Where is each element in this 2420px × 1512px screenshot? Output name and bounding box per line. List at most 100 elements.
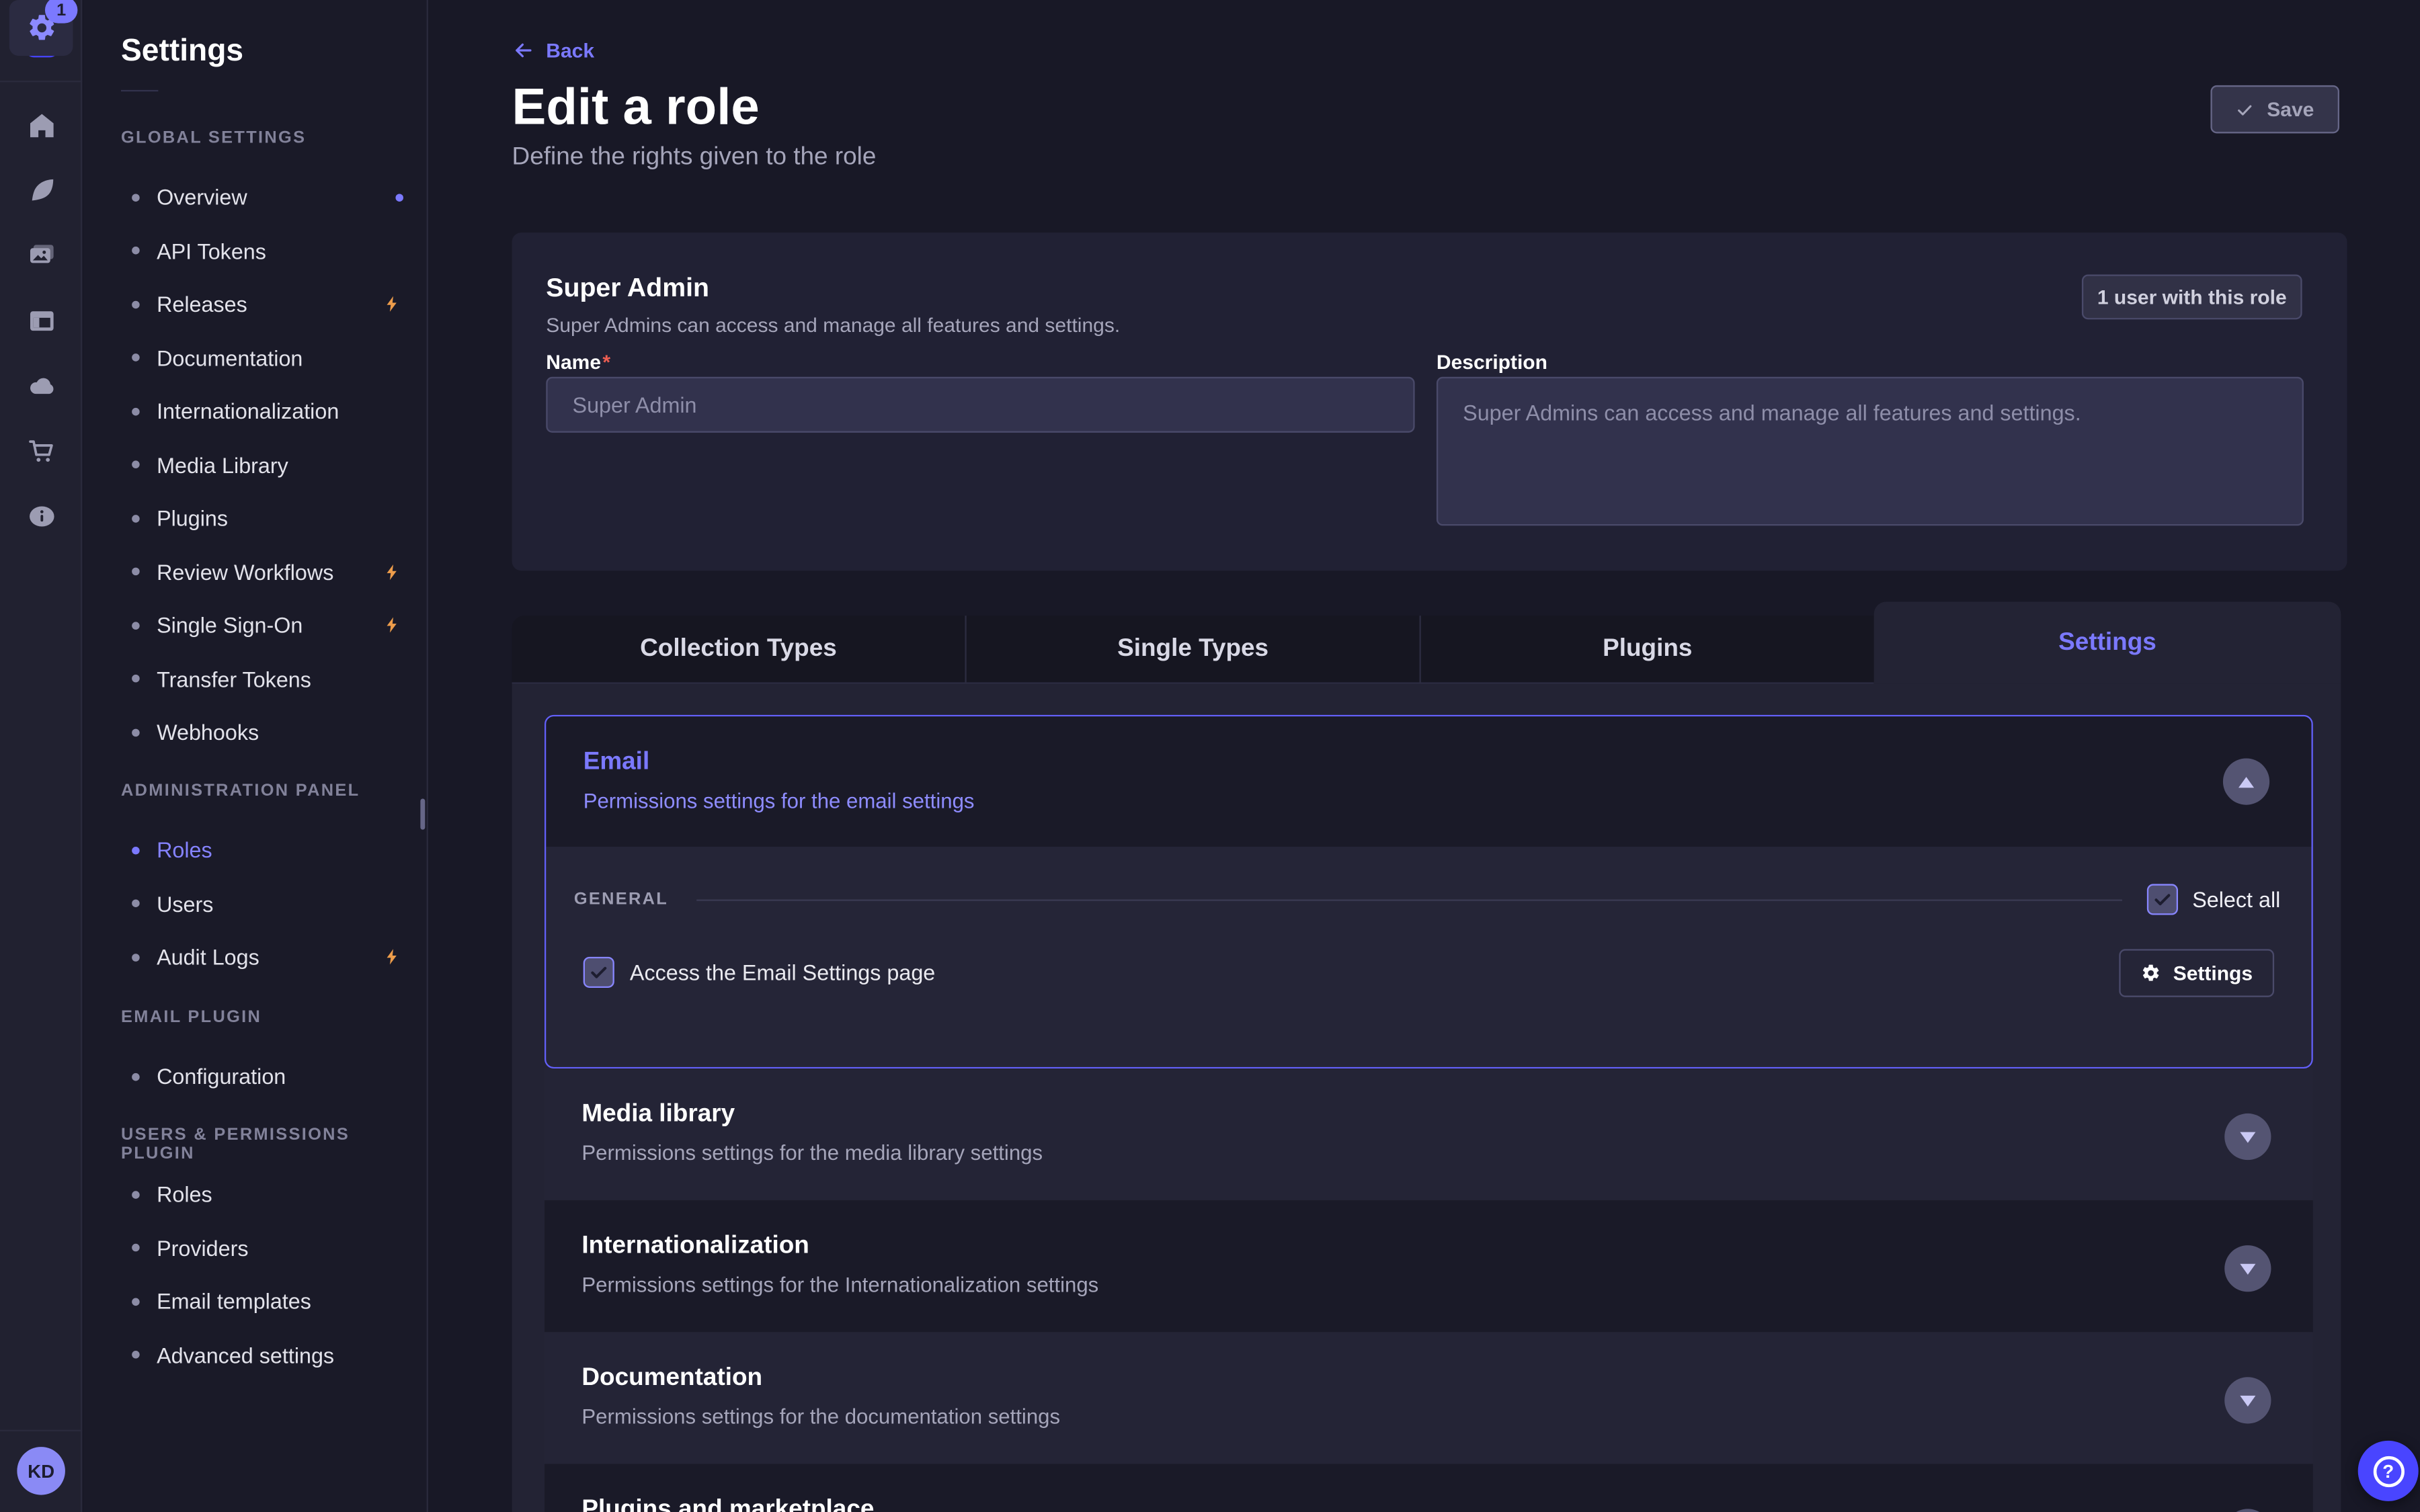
sidebar-item-media-library[interactable]	[0, 228, 82, 284]
email-settings-button[interactable]: Settings	[2119, 949, 2274, 997]
bullet-icon	[132, 954, 140, 962]
select-all-checkbox[interactable]	[2147, 884, 2178, 915]
accordion-list: Media library Permissions settings for t…	[544, 1068, 2313, 1512]
accordion-row[interactable]: Internationalization Permissions setting…	[544, 1200, 2313, 1332]
sidebar-item[interactable]: Roles	[84, 823, 427, 877]
nav-items-global: Overview API Tokens Releases	[84, 171, 427, 759]
back-label: Back	[546, 39, 594, 62]
sidebar-item[interactable]: Overview	[84, 171, 427, 224]
tab-single-types[interactable]: Single Types	[965, 616, 1419, 682]
expand-toggle-button[interactable]	[2224, 1377, 2271, 1423]
bullet-icon	[132, 846, 140, 854]
expand-toggle-button[interactable]	[2224, 1114, 2271, 1160]
rail-divider	[0, 1430, 82, 1431]
check-icon	[2236, 100, 2255, 119]
name-field[interactable]	[546, 377, 1414, 433]
role-title: Super Admin	[546, 273, 709, 304]
bullet-icon	[132, 900, 140, 908]
sidebar-item[interactable]: Releases	[84, 278, 427, 331]
accordion-row[interactable]: Documentation Permissions settings for t…	[544, 1332, 2313, 1464]
sidebar-item-information[interactable]	[0, 489, 82, 544]
accordion-row-title: Media library	[581, 1101, 735, 1129]
sidebar-item[interactable]: Advanced settings	[84, 1329, 427, 1382]
accordion-row-subtitle: Permissions settings for the documentati…	[581, 1405, 1060, 1429]
divider	[696, 898, 2123, 900]
sidebar-item-settings[interactable]: 1	[9, 0, 73, 56]
sidebar-item[interactable]: API Tokens	[84, 224, 427, 278]
check-icon	[588, 962, 610, 983]
sidebar-item-label: Roles	[157, 838, 212, 863]
bullet-icon	[132, 407, 140, 415]
role-subtitle: Super Admins can access and manage all f…	[546, 313, 1120, 337]
sidebar-item[interactable]: Plugins	[84, 492, 427, 546]
sidebar-item[interactable]: Internationalization	[84, 384, 427, 438]
sidebar-item-label: Documentation	[157, 345, 302, 370]
nav-items-up: Roles Providers Email templates	[84, 1168, 427, 1382]
info-icon	[26, 501, 56, 532]
accordion-row-subtitle: Permissions settings for the media libra…	[581, 1141, 1043, 1165]
users-with-role-button[interactable]: 1 user with this role	[2082, 274, 2302, 319]
sidebar-item[interactable]: Review Workflows	[84, 545, 427, 599]
icon-rail: 1 KD	[0, 0, 82, 1512]
required-asterisk: *	[602, 351, 610, 374]
lightning-icon	[383, 562, 402, 581]
bullet-icon	[132, 1298, 140, 1306]
sidebar-item-label: Roles	[157, 1182, 212, 1207]
nav-section-label: USERS & PERMISSIONS PLUGIN	[84, 1126, 427, 1146]
nav-section-administration-panel: ADMINISTRATION PANEL Roles Users	[84, 782, 427, 984]
sidebar-item[interactable]: Roles	[84, 1168, 427, 1222]
select-all-label: Select all	[2192, 887, 2280, 912]
back-link[interactable]: Back	[512, 39, 594, 62]
save-label: Save	[2267, 97, 2314, 121]
save-button[interactable]: Save	[2210, 85, 2339, 134]
tab-collection-types[interactable]: Collection Types	[512, 616, 965, 682]
bullet-icon	[132, 622, 140, 630]
nav-section-label: EMAIL PLUGIN	[84, 1008, 427, 1028]
check-icon	[2152, 888, 2173, 910]
accordion-row[interactable]: Plugins and marketplace	[544, 1464, 2313, 1512]
expand-toggle-button[interactable]	[2224, 1509, 2271, 1512]
accordion-email-header[interactable]: Email Permissions settings for the email…	[546, 716, 2311, 847]
sidebar-item-label: Advanced settings	[157, 1343, 334, 1368]
sidebar-item-marketplace[interactable]	[0, 423, 82, 479]
sidebar-item-label: Review Workflows	[157, 559, 333, 584]
description-field[interactable]: Super Admins can access and manage all f…	[1437, 377, 2304, 526]
sidebar-item-label: Plugins	[157, 506, 228, 531]
sidebar-item-label: Internationalization	[157, 399, 339, 424]
accordion-row-title: Documentation	[581, 1365, 762, 1393]
accordion-email: Email Permissions settings for the email…	[544, 715, 2313, 1068]
sidebar-item[interactable]: Webhooks	[84, 706, 427, 759]
sidebar-item[interactable]: Email templates	[84, 1275, 427, 1329]
sidebar-item-content-type-builder[interactable]	[0, 293, 82, 349]
sidebar-item[interactable]: Configuration	[84, 1050, 427, 1103]
tab-settings[interactable]: Settings	[1874, 601, 2341, 683]
avatar[interactable]: KD	[17, 1447, 65, 1495]
sidebar-item[interactable]: Transfer Tokens	[84, 652, 427, 706]
expand-toggle-button[interactable]	[2224, 1245, 2271, 1292]
strapi-admin-app: 1 KD Settings GLOBAL SETTINGS Overview	[0, 0, 2420, 1512]
permission-checkbox[interactable]	[583, 957, 614, 988]
bullet-icon	[132, 1191, 140, 1199]
sidebar-item-label: Webhooks	[157, 720, 259, 745]
bullet-icon	[132, 1073, 140, 1081]
sidebar-item-content-manager[interactable]	[0, 163, 82, 218]
sidebar-item[interactable]: Audit Logs	[84, 931, 427, 984]
sidebar-item-home[interactable]	[0, 97, 82, 153]
sidebar-item[interactable]: Media Library	[84, 438, 427, 492]
bullet-icon	[132, 515, 140, 523]
sidebar-item-deploy-cloud[interactable]	[0, 358, 82, 414]
help-button[interactable]: ?	[2358, 1441, 2419, 1501]
collapse-toggle-button[interactable]	[2223, 758, 2269, 804]
sidebar-item-label: Providers	[157, 1236, 248, 1261]
accordion-email-subtitle: Permissions settings for the email setti…	[583, 790, 975, 813]
sidebar-item[interactable]: Documentation	[84, 331, 427, 385]
sidebar-item[interactable]: Single Sign-On	[84, 599, 427, 653]
subnav-scrollbar-thumb[interactable]	[420, 798, 425, 829]
tab-plugins[interactable]: Plugins	[1420, 616, 1874, 682]
sidebar-item[interactable]: Providers	[84, 1221, 427, 1275]
chevron-down-icon	[2240, 1263, 2255, 1274]
accordion-row[interactable]: Media library Permissions settings for t…	[544, 1068, 2313, 1200]
layout-icon	[26, 306, 56, 337]
accordion-email-body: GENERAL Select all Access the Email Sett…	[546, 847, 2311, 1068]
sidebar-item[interactable]: Users	[84, 877, 427, 931]
